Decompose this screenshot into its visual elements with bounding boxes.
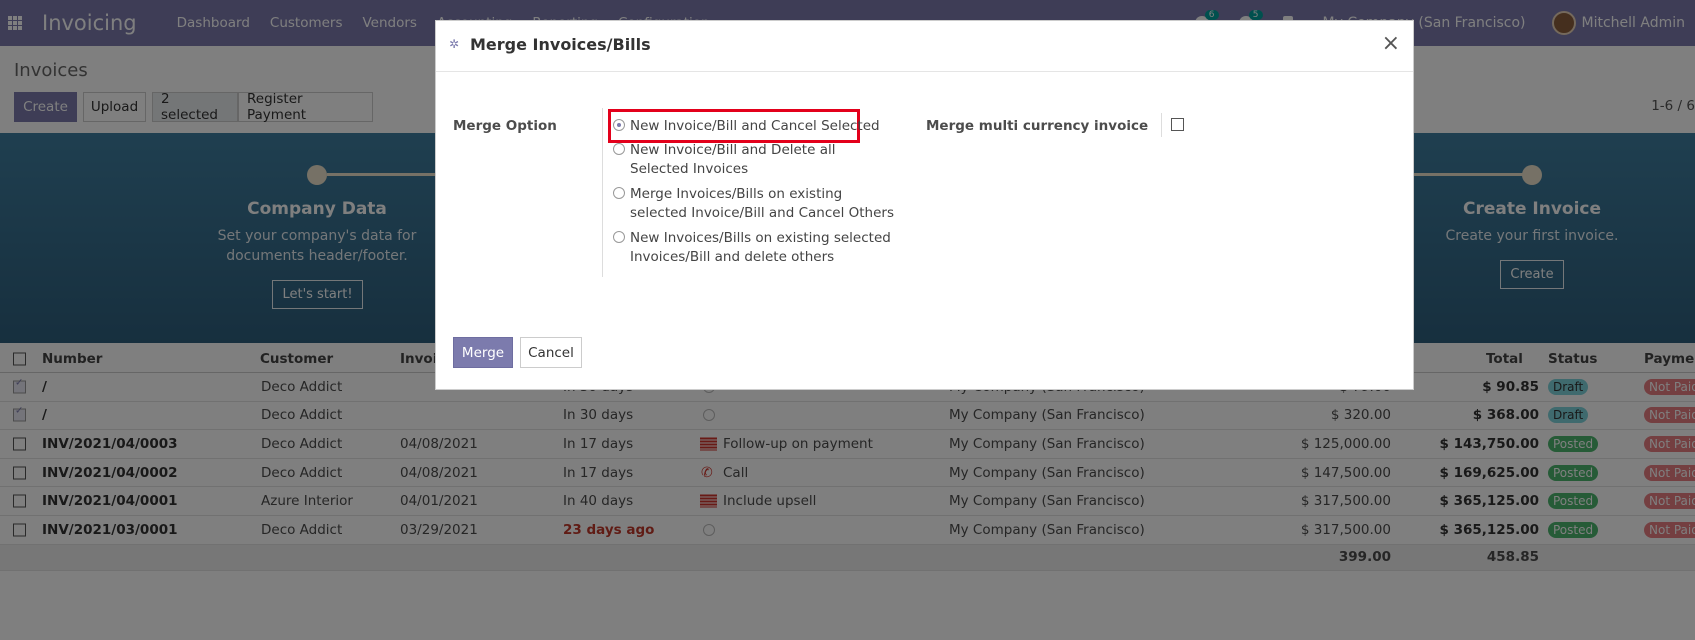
multi-currency-label: Merge multi currency invoice — [926, 118, 1149, 134]
merge-button[interactable]: Merge — [453, 337, 513, 368]
multi-currency-checkbox[interactable] — [1171, 118, 1184, 131]
dialog-header: ✲ Merge Invoices/Bills × — [436, 21, 1413, 72]
bug-icon: ✲ — [449, 37, 460, 51]
divider — [1161, 113, 1162, 137]
merge-option-1[interactable]: New Invoice/Bill and Cancel Selected — [613, 117, 888, 136]
merge-dialog: ✲ Merge Invoices/Bills × Merge Option Ne… — [435, 20, 1414, 390]
radio-option-1[interactable] — [613, 119, 625, 131]
divider — [602, 108, 603, 277]
radio-option-4[interactable] — [613, 231, 625, 243]
cancel-button[interactable]: Cancel — [520, 337, 582, 368]
dialog-title: Merge Invoices/Bills — [470, 35, 651, 54]
radio-option-3[interactable] — [613, 187, 625, 199]
merge-option-3[interactable]: Merge Invoices/Bills on existing selecte… — [613, 185, 898, 223]
close-icon[interactable]: × — [1382, 31, 1400, 56]
merge-option-2[interactable]: New Invoice/Bill and Delete all Selected… — [613, 141, 888, 179]
merge-option-4[interactable]: New Invoices/Bills on existing selected … — [613, 229, 898, 267]
radio-option-2[interactable] — [613, 143, 625, 155]
merge-option-label: Merge Option — [453, 118, 557, 134]
